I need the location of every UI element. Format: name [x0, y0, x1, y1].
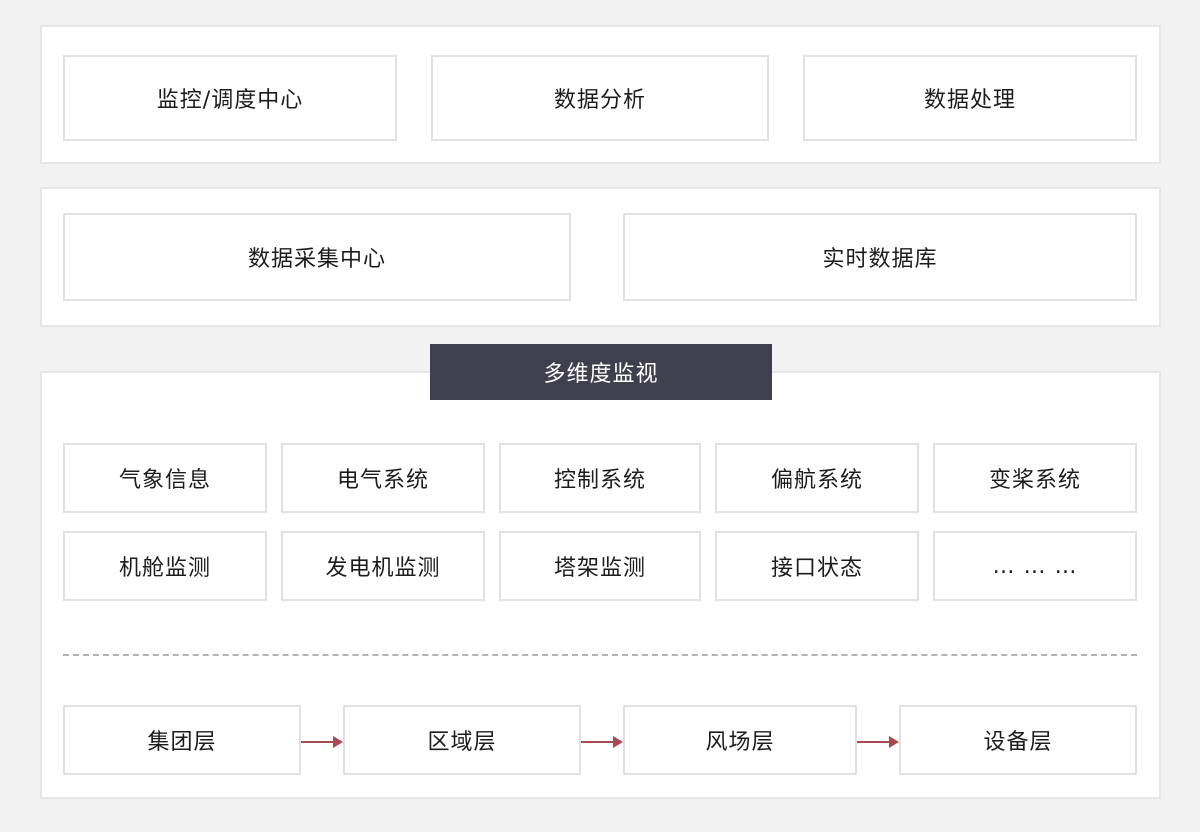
data-processing-label: 数据处理 [923, 88, 1016, 113]
data-analysis-label: 数据分析 [553, 88, 646, 113]
right-arrow-icon [581, 736, 623, 748]
grid-item-label: 塔架监测 [553, 556, 646, 581]
grid-item-label: 变桨系统 [988, 468, 1081, 493]
grid-item-control: 控制系统 [499, 443, 701, 513]
grid-item-label: 发电机监测 [325, 556, 441, 581]
grid-item-electrical: 电气系统 [281, 443, 485, 513]
grid-item-label: 机舱监测 [118, 556, 211, 581]
grid-item-nacelle: 机舱监测 [63, 531, 267, 601]
hierarchy-level-label: 集团层 [147, 730, 217, 755]
realtime-database-box: 实时数据库 [623, 213, 1137, 301]
grid-item-more: … … … [933, 531, 1137, 601]
hierarchy-windfarm-level: 风场层 [623, 705, 857, 775]
grid-item-yaw: 偏航系统 [715, 443, 919, 513]
hierarchy-group-level: 集团层 [63, 705, 301, 775]
monitor-dispatch-center-box: 监控/调度中心 [63, 55, 397, 141]
grid-item-label: 接口状态 [770, 556, 863, 581]
grid-item-label: … … … [992, 553, 1078, 579]
hierarchy-device-level: 设备层 [899, 705, 1137, 775]
right-arrow-icon [857, 736, 899, 748]
grid-item-label: 电气系统 [336, 468, 429, 493]
data-collection-center-box: 数据采集中心 [63, 213, 571, 301]
hierarchy-level-label: 设备层 [983, 730, 1053, 755]
right-arrow-icon [301, 736, 343, 748]
data-processing-box: 数据处理 [803, 55, 1137, 141]
hierarchy-region-level: 区域层 [343, 705, 581, 775]
data-collection-center-label: 数据采集中心 [247, 247, 386, 272]
hierarchy-level-label: 区域层 [427, 730, 497, 755]
grid-item-label: 偏航系统 [770, 468, 863, 493]
grid-item-pitch: 变桨系统 [933, 443, 1137, 513]
grid-item-generator: 发电机监测 [281, 531, 485, 601]
hierarchy-level-label: 风场层 [705, 730, 775, 755]
grid-item-label: 气象信息 [118, 468, 211, 493]
multi-dimension-monitor-title: 多维度监视 [543, 362, 659, 387]
dashed-divider [63, 654, 1137, 656]
multi-dimension-monitor-header: 多维度监视 [430, 344, 772, 400]
grid-item-label: 控制系统 [553, 468, 646, 493]
grid-item-weather: 气象信息 [63, 443, 267, 513]
grid-item-interface-status: 接口状态 [715, 531, 919, 601]
data-analysis-box: 数据分析 [431, 55, 769, 141]
grid-item-tower: 塔架监测 [499, 531, 701, 601]
monitor-dispatch-center-label: 监控/调度中心 [156, 88, 304, 113]
realtime-database-label: 实时数据库 [822, 247, 938, 272]
